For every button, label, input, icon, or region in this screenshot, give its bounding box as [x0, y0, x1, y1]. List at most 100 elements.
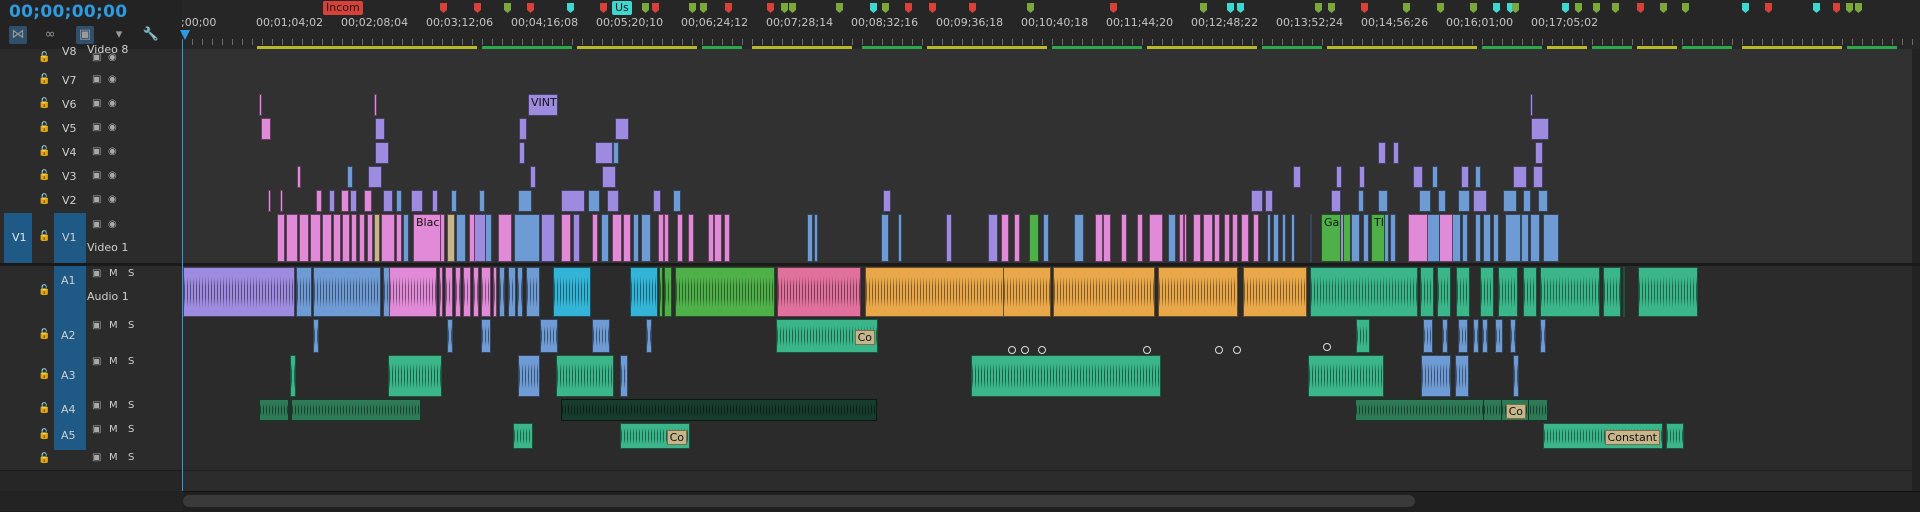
eye-icon[interactable]: ◉ [108, 194, 117, 205]
video-clip[interactable] [1473, 190, 1487, 212]
video-clip[interactable] [375, 118, 385, 140]
audio-clip[interactable]: Constant [1543, 423, 1663, 449]
sequence-marker[interactable] [567, 3, 574, 13]
video-clip[interactable] [261, 118, 271, 140]
video-clip[interactable] [1475, 166, 1481, 188]
video-clip[interactable]: Gar [1321, 214, 1341, 262]
video-clip[interactable] [592, 214, 598, 262]
mute-button[interactable]: M [109, 424, 118, 435]
audio-clip[interactable] [1473, 319, 1479, 353]
video-clip[interactable] [1043, 214, 1049, 262]
video-clip[interactable] [381, 214, 395, 262]
source-patch-a2[interactable] [4, 318, 32, 354]
toggle-sync-lock-icon[interactable]: ▣ [92, 400, 101, 411]
sequence-marker[interactable] [1660, 3, 1667, 13]
audio-clip[interactable] [540, 319, 558, 353]
video-clip[interactable] [350, 190, 357, 212]
lock-icon[interactable]: 🔓 [38, 98, 50, 109]
video-clip[interactable] [374, 214, 380, 262]
video-clip[interactable] [1523, 190, 1531, 212]
track-target-v1[interactable]: V1 [54, 213, 86, 263]
audio-clip[interactable] [508, 267, 516, 317]
toggle-sync-lock-icon[interactable]: ▣ [92, 452, 101, 463]
video-clip[interactable] [561, 190, 585, 212]
video-clip[interactable] [1203, 214, 1213, 262]
video-clip[interactable] [883, 190, 891, 212]
video-clip[interactable] [1265, 190, 1273, 212]
audio-clip[interactable] [553, 267, 591, 317]
video-clip[interactable] [1095, 214, 1103, 262]
toggle-sync-lock-icon[interactable]: ▣ [92, 219, 101, 230]
video-clip[interactable] [814, 214, 818, 262]
sequence-marker[interactable] [1637, 3, 1644, 13]
sequence-marker[interactable] [1237, 3, 1244, 13]
audio-clip[interactable] [1310, 267, 1418, 317]
source-patch-a1[interactable] [4, 266, 32, 318]
video-clip[interactable] [724, 214, 730, 262]
video-clip[interactable] [1505, 214, 1521, 262]
audio-clip[interactable] [592, 319, 610, 353]
source-patch-v7[interactable] [4, 69, 32, 93]
audio-clip[interactable] [1483, 399, 1503, 421]
sequence-marker[interactable] [1315, 3, 1322, 13]
track-target-v4[interactable]: V4 [54, 141, 86, 165]
video-clip[interactable] [1103, 214, 1111, 262]
audio-clip[interactable] [455, 267, 461, 317]
video-clip[interactable] [1462, 214, 1468, 262]
eye-icon[interactable]: ◉ [108, 98, 117, 109]
sequence-marker[interactable] [689, 3, 696, 13]
marker-icon[interactable]: ▾ [110, 26, 128, 44]
sequence-marker[interactable] [1612, 3, 1619, 13]
track-target-v3[interactable]: V3 [54, 165, 86, 189]
video-clip[interactable] [1343, 214, 1351, 262]
video-clip[interactable] [1419, 190, 1431, 212]
wrench-icon[interactable]: 🔧 [142, 26, 160, 44]
audio-clip[interactable] [1482, 319, 1488, 353]
sequence-marker[interactable] [1742, 3, 1749, 13]
video-clip[interactable] [1475, 214, 1481, 262]
source-patch-a3[interactable] [4, 354, 32, 398]
audio-clip[interactable] [518, 355, 540, 397]
video-clip[interactable] [367, 214, 373, 262]
track-target-a5[interactable]: A5 [54, 422, 86, 450]
track-target-a1[interactable]: A1 [54, 266, 86, 318]
audio-clip[interactable] [313, 267, 381, 317]
video-clip[interactable] [641, 214, 651, 262]
sequence-marker[interactable] [1512, 3, 1519, 13]
keyframe-icon[interactable] [1233, 346, 1241, 354]
audio-clip[interactable] [1003, 267, 1051, 317]
audio-clip[interactable] [481, 319, 491, 353]
lock-icon[interactable]: 🔓 [38, 231, 50, 242]
video-clip[interactable] [259, 94, 262, 116]
video-clip[interactable] [1273, 214, 1279, 262]
video-clip[interactable] [519, 142, 525, 164]
eye-icon[interactable]: ◉ [108, 219, 117, 230]
source-patch-v2[interactable] [4, 189, 32, 213]
solo-button[interactable]: S [128, 452, 134, 463]
audio-clip[interactable] [445, 267, 453, 317]
source-patch-v4[interactable] [4, 141, 32, 165]
audio-clip[interactable] [473, 267, 479, 317]
video-clip[interactable] [1438, 190, 1446, 212]
audio-clip[interactable] [290, 355, 296, 397]
linked-selection-icon[interactable]: ∞ [41, 26, 59, 44]
audio-clip[interactable] [1308, 355, 1384, 397]
toggle-sync-lock-icon[interactable]: ▣ [92, 122, 101, 133]
video-clip[interactable] [322, 214, 332, 262]
video-clip[interactable] [1291, 214, 1295, 262]
video-clip[interactable] [541, 214, 555, 262]
sequence-marker[interactable] [1855, 3, 1862, 13]
sequence-marker[interactable] [1200, 3, 1207, 13]
video-clip[interactable] [451, 190, 457, 212]
video-clip[interactable] [573, 214, 580, 262]
video-clip[interactable] [1538, 190, 1548, 212]
audio-clip[interactable] [1540, 267, 1600, 317]
sequence-marker[interactable] [1437, 3, 1444, 13]
video-clip[interactable] [297, 166, 301, 188]
video-clip[interactable] [664, 214, 669, 262]
video-clip[interactable] [359, 214, 365, 262]
source-patch-v1[interactable]: V1 [4, 213, 32, 263]
video-clip[interactable] [607, 190, 619, 212]
video-clip[interactable] [1336, 166, 1342, 188]
audio-clip[interactable] [1442, 319, 1448, 353]
